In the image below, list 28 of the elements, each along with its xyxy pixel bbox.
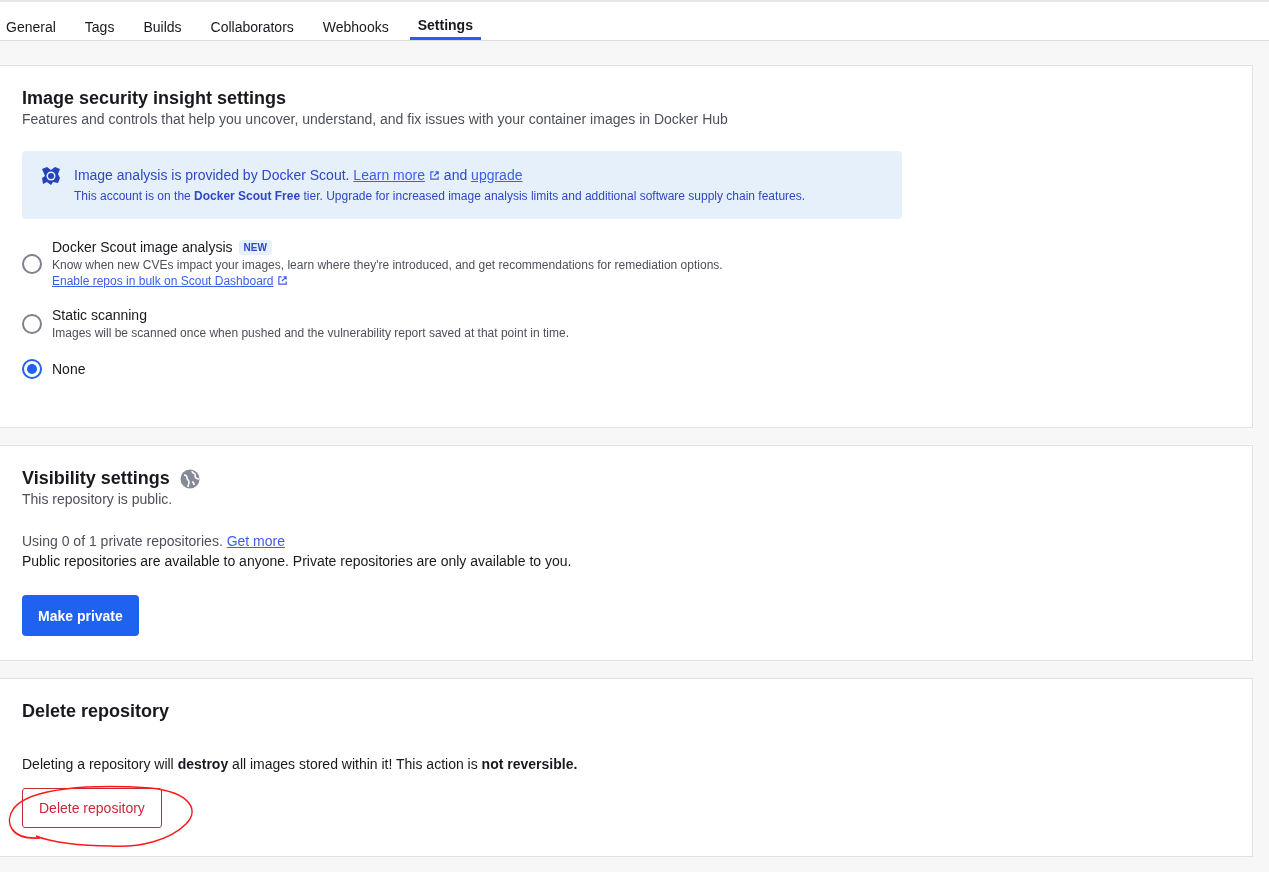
new-badge: NEW [238, 239, 272, 255]
option-label: Static scanning [52, 307, 147, 323]
option-label: None [52, 361, 86, 377]
make-private-button[interactable]: Make private [22, 595, 139, 636]
section-subtitle: This repository is public. [22, 491, 174, 507]
section-title: Delete repository [22, 701, 171, 722]
tab[interactable]: Webhooks [322, 2, 389, 40]
option-description: Images will be scanned once when pushed and the vulnerability report saved at that point in time. [52, 325, 569, 341]
link[interactable]: Get more [226, 533, 285, 549]
section-title: Visibility settings [22, 468, 170, 489]
option-description: Know when new CVEs impact your images, learn where they're introduced, and get recommendations for remediation options. Enable repos in bulk on Scout Dashboard [52, 257, 724, 289]
info-text: Public repositories are available to anyone. Private repositories are only available to you. [22, 553, 573, 569]
tab[interactable]: Collaborators [210, 2, 294, 40]
tab[interactable]: Builds [143, 2, 182, 40]
link[interactable]: upgrade [471, 167, 523, 183]
section-subtitle: Features and controls that help you uncover, understand, and fix issues with your container images in Docker Hub [22, 111, 729, 127]
tab[interactable]: Settings [409, 2, 481, 40]
external-link[interactable]: Learn more [353, 167, 440, 183]
tab[interactable]: Tags [84, 2, 115, 40]
option-label: Docker Scout image analysis [52, 239, 233, 255]
external-link[interactable]: Enable repos in bulk on Scout Dashboard [52, 274, 289, 288]
banner-note: This account is on the Docker Scout Free tier. Upgrade for increased image analysis limits and additional software supply chain features. [74, 189, 806, 203]
tab[interactable]: General [6, 2, 56, 40]
section-title: Image security insight settings [22, 88, 288, 109]
banner-text: Image analysis is provided by Docker Scout. Learn more and upgrade [74, 167, 524, 183]
delete-repository-button[interactable]: Delete repository [22, 788, 162, 828]
warning-text: Deleting a repository will destroy all images stored within it! This action is not reversible. [22, 756, 579, 772]
usage-text: Using 0 of 1 private repositories. Get more [22, 533, 286, 549]
